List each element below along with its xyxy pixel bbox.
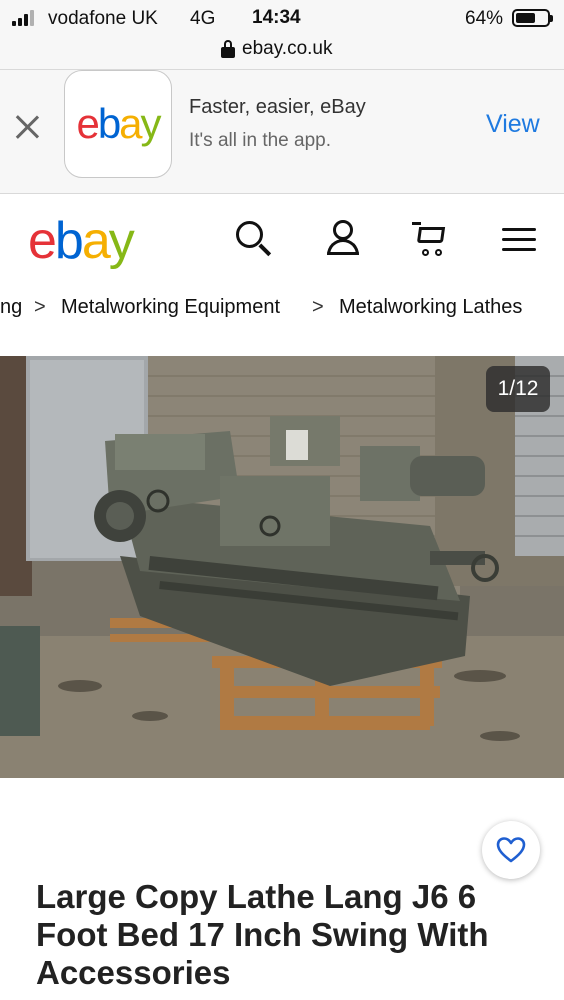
image-counter: 1/12 (486, 366, 550, 412)
breadcrumb-separator: > (34, 296, 46, 318)
cart-icon[interactable] (412, 219, 452, 259)
watch-button[interactable] (482, 821, 540, 879)
lathe-photo (0, 356, 564, 778)
banner-subtitle: It's all in the app. (189, 130, 331, 151)
breadcrumb-item-metalworking-lathes[interactable]: Metalworking Lathes (339, 296, 522, 319)
ebay-logo: ebay (76, 100, 161, 147)
ebay-app-icon[interactable]: ebay (64, 70, 172, 178)
site-header: ebay (0, 195, 564, 287)
battery-level (516, 13, 536, 23)
breadcrumb: ng > Metalworking Equipment > Metalworki… (0, 296, 564, 326)
network-type: 4G (190, 8, 216, 29)
lock-icon (221, 40, 235, 58)
user-icon[interactable] (324, 219, 364, 259)
item-title: Large Copy Lathe Lang J6 6 Foot Bed 17 I… (36, 878, 489, 991)
url-text[interactable]: ebay.co.uk (242, 38, 332, 60)
view-app-button[interactable]: View (486, 110, 540, 139)
breadcrumb-separator: > (312, 296, 324, 318)
clock: 14:34 (252, 7, 301, 28)
close-icon[interactable] (14, 114, 40, 140)
breadcrumb-item-metalworking-equipment[interactable]: Metalworking Equipment (61, 296, 280, 319)
search-icon[interactable] (234, 219, 274, 259)
signal-strength-icon (12, 10, 38, 26)
menu-icon[interactable] (502, 219, 542, 259)
carrier-name: vodafone UK (48, 8, 158, 29)
battery-icon (512, 9, 553, 27)
banner-title: Faster, easier, eBay (189, 96, 366, 118)
app-install-banner: ebay Faster, easier, eBay It's all in th… (0, 70, 564, 194)
address-bar[interactable]: ebay.co.uk (0, 36, 564, 70)
heart-icon (496, 837, 526, 863)
battery-percentage: 64% (465, 8, 504, 29)
breadcrumb-item[interactable]: ng (0, 296, 22, 319)
status-bar: vodafone UK 4G 14:34 64% (0, 0, 564, 36)
product-image[interactable]: 1/12 (0, 356, 564, 778)
ebay-logo[interactable]: ebay (28, 211, 135, 271)
